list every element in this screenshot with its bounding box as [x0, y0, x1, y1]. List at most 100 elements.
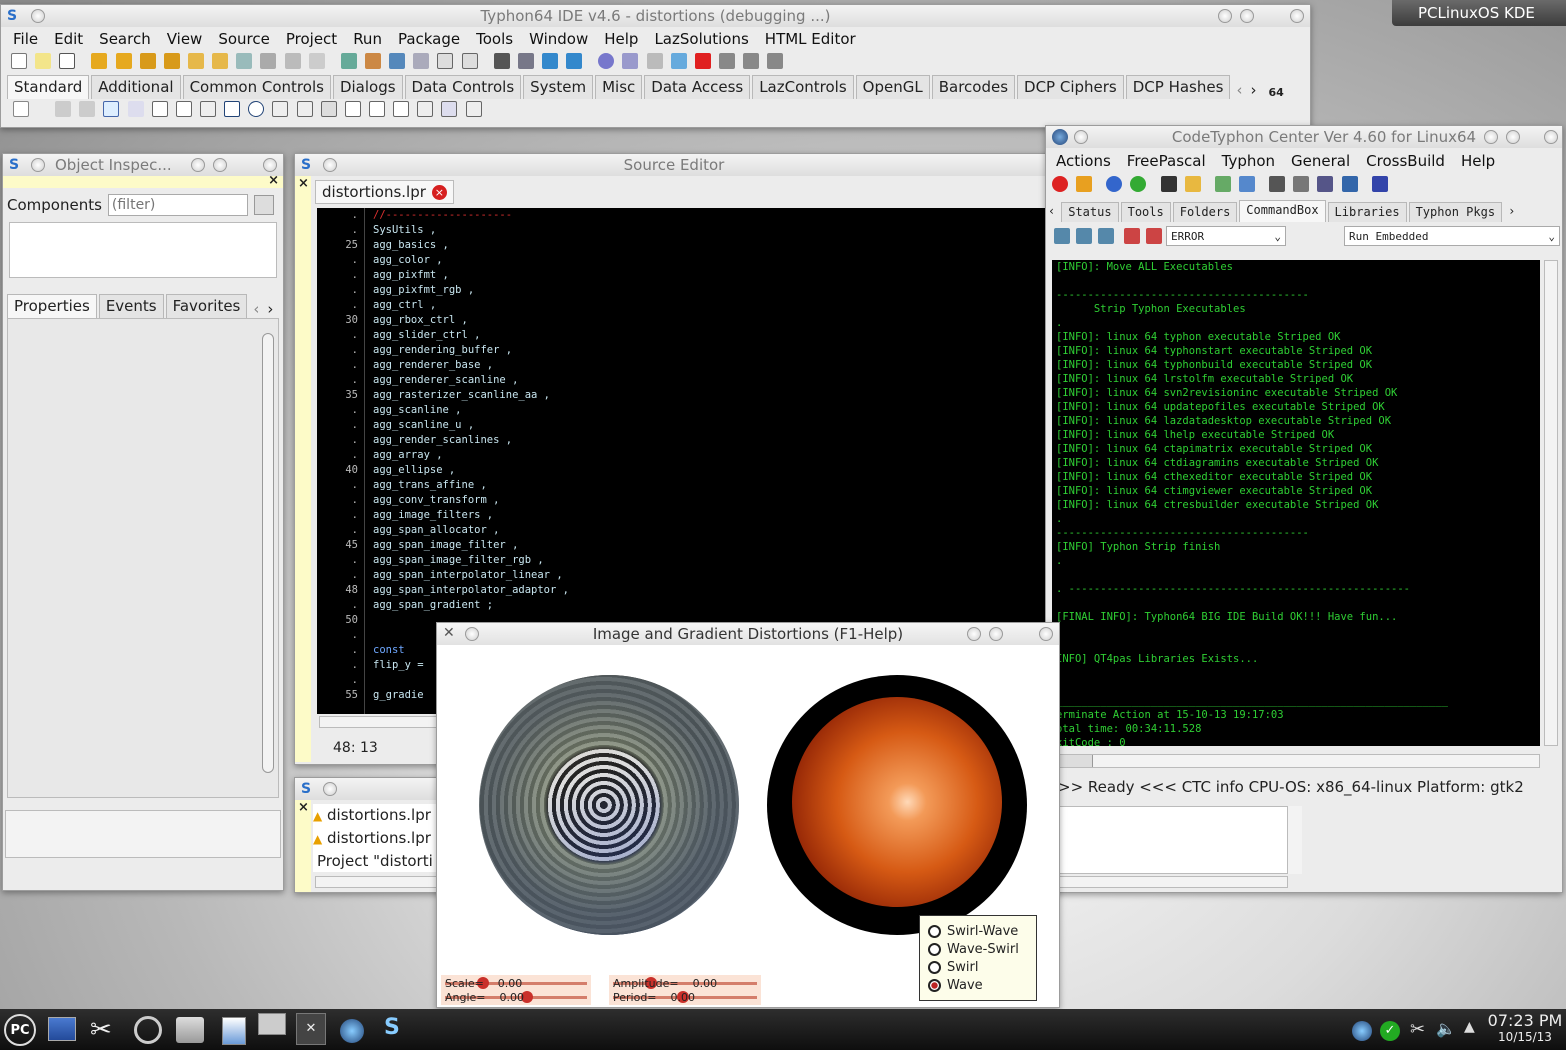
new-file-icon[interactable]	[11, 53, 27, 69]
components-icon[interactable]	[517, 53, 534, 69]
ctc-titlebar[interactable]: CodeTyphon Center Ver 4.60 for Linux64	[1046, 126, 1562, 148]
tab-typhon-pkgs[interactable]: Typhon Pkgs	[1408, 202, 1503, 222]
step-over-icon[interactable]	[743, 53, 760, 69]
close-button[interactable]	[1290, 9, 1304, 23]
window-menu-button[interactable]	[1074, 130, 1088, 144]
minimize-button[interactable]	[1484, 130, 1498, 144]
menu-actions[interactable]: Actions	[1048, 152, 1119, 170]
watches-icon[interactable]	[622, 53, 639, 69]
radio-swirl-wave[interactable]: Swirl-Wave	[928, 922, 1028, 940]
menu-package[interactable]: Package	[390, 30, 468, 48]
edit-component-icon[interactable]	[151, 101, 168, 117]
open-project-icon[interactable]	[115, 53, 132, 69]
distorted-image-disc[interactable]	[479, 675, 739, 935]
palette-tab-data-controls[interactable]: Data Controls	[404, 75, 522, 99]
actionlist-component-icon[interactable]	[465, 101, 482, 117]
palette-tab-additional[interactable]: Additional	[91, 75, 181, 99]
frame-component-icon[interactable]	[441, 101, 458, 117]
close-button[interactable]	[263, 158, 277, 172]
sync-icon[interactable]	[1341, 176, 1358, 192]
code-line[interactable]: agg_image_filters ,	[373, 508, 569, 523]
ide-titlebar[interactable]: S Typhon64 IDE v4.6 - distortions (debug…	[1, 5, 1310, 27]
code-line[interactable]: agg_render_scanlines ,	[373, 433, 569, 448]
menu-crossbuild[interactable]: CrossBuild	[1358, 152, 1453, 170]
amplitude-slider[interactable]: Amplitude= 0.00	[613, 977, 757, 990]
close-icon[interactable]: ×	[298, 800, 309, 815]
code-line[interactable]: agg_rendering_buffer ,	[373, 343, 569, 358]
run-mode-select[interactable]: Run Embedded ⌄	[1344, 226, 1560, 246]
minimize-button[interactable]	[967, 627, 981, 641]
menu-project[interactable]: Project	[278, 30, 345, 48]
menu-edit[interactable]: Edit	[46, 30, 91, 48]
property-grid[interactable]	[7, 318, 279, 798]
toggle-form-icon[interactable]	[236, 53, 253, 69]
palette-tab-dcp-hashes[interactable]: DCP Hashes	[1125, 75, 1231, 99]
combobox-component-icon[interactable]	[296, 101, 313, 117]
tab-commandbox[interactable]: CommandBox	[1239, 200, 1326, 222]
message-item[interactable]: ▲ distortions.lpr	[313, 827, 453, 850]
code-line[interactable]: agg_array ,	[373, 448, 569, 463]
inspect-icon[interactable]	[389, 53, 406, 69]
palette-tab-data-access[interactable]: Data Access	[644, 75, 751, 99]
code-line[interactable]: agg_scanline ,	[373, 403, 569, 418]
panel-component-icon[interactable]	[417, 101, 434, 117]
chevron-right-icon[interactable]: ›	[1504, 204, 1519, 222]
window-menu-button[interactable]	[31, 158, 45, 172]
start-button[interactable]: PC	[4, 1014, 36, 1046]
menu-source[interactable]: Source	[210, 30, 278, 48]
code-line[interactable]: agg_trans_affine ,	[373, 478, 569, 493]
check-tray-icon[interactable]: ✓	[1380, 1021, 1400, 1041]
menu-html-editor[interactable]: HTML Editor	[757, 30, 864, 48]
export-icon[interactable]	[1214, 176, 1231, 192]
code-line[interactable]: SysUtils ,	[373, 223, 569, 238]
checkgroup-component-icon[interactable]	[393, 101, 410, 117]
task-demo-icon[interactable]: ✕	[296, 1013, 326, 1045]
clear-icon[interactable]	[1054, 228, 1070, 244]
close-icon[interactable]: ×	[298, 176, 309, 191]
tab-libraries[interactable]: Libraries	[1327, 202, 1407, 222]
palette-tab-system[interactable]: System	[523, 75, 594, 99]
menu-typhon[interactable]: Typhon	[1214, 152, 1283, 170]
period-slider[interactable]: Period= 0.00	[613, 991, 757, 1004]
code-line[interactable]: agg_color ,	[373, 253, 569, 268]
console-vscrollbar[interactable]	[1544, 260, 1558, 746]
groupbox-component-icon[interactable]	[344, 101, 361, 117]
editor-titlebar[interactable]: S Source Editor	[295, 154, 1053, 176]
network-icon[interactable]	[541, 53, 558, 69]
tab-tools[interactable]: Tools	[1120, 202, 1171, 222]
code-line[interactable]: agg_basics ,	[373, 238, 569, 253]
togglebox-component-icon[interactable]	[199, 101, 216, 117]
volume-tray-icon[interactable]: 🔈	[1436, 1019, 1456, 1038]
close-button[interactable]	[1544, 130, 1558, 144]
stop-icon[interactable]	[694, 53, 711, 69]
messages-titlebar[interactable]: S	[295, 778, 453, 800]
code-line[interactable]: agg_rbox_ctrl ,	[373, 313, 569, 328]
palette-tab-dialogs[interactable]: Dialogs	[332, 75, 403, 99]
tab-properties[interactable]: Properties	[7, 294, 97, 318]
run-icon[interactable]	[646, 53, 663, 69]
new-unit-icon[interactable]	[35, 53, 52, 69]
file-manager-icon[interactable]	[222, 1017, 246, 1045]
code-line[interactable]: agg_scanline_u ,	[373, 418, 569, 433]
stop-icon[interactable]	[1052, 176, 1068, 192]
replace-icon[interactable]	[212, 53, 229, 69]
palette-tab-barcodes[interactable]: Barcodes	[931, 75, 1016, 99]
control-center-icon[interactable]	[134, 1016, 162, 1044]
tools-icon[interactable]	[1269, 176, 1286, 192]
palette-tab-opengl[interactable]: OpenGL	[855, 75, 930, 99]
code-line[interactable]: agg_span_interpolator_adaptor ,	[373, 583, 569, 598]
clean-icon[interactable]	[1238, 176, 1255, 192]
tab-events[interactable]: Events	[98, 294, 164, 318]
code-line[interactable]: agg_span_interpolator_linear ,	[373, 568, 569, 583]
code-line[interactable]: agg_rasterizer_scanline_aa ,	[373, 388, 569, 403]
view-units-icon[interactable]	[260, 53, 277, 69]
step-into-icon[interactable]	[718, 53, 735, 69]
code-line[interactable]: agg_conv_transform ,	[373, 493, 569, 508]
save-all-icon[interactable]	[163, 53, 180, 69]
messages-list[interactable]: ▲ distortions.lpr ▲ distortions.lpr Proj…	[313, 804, 453, 872]
code-line[interactable]: //--------------------	[373, 208, 569, 223]
copy-icon[interactable]	[308, 53, 325, 69]
code-line[interactable]: agg_span_allocator ,	[373, 523, 569, 538]
folder-icon[interactable]	[1184, 176, 1201, 192]
window-menu-button[interactable]	[323, 158, 337, 172]
